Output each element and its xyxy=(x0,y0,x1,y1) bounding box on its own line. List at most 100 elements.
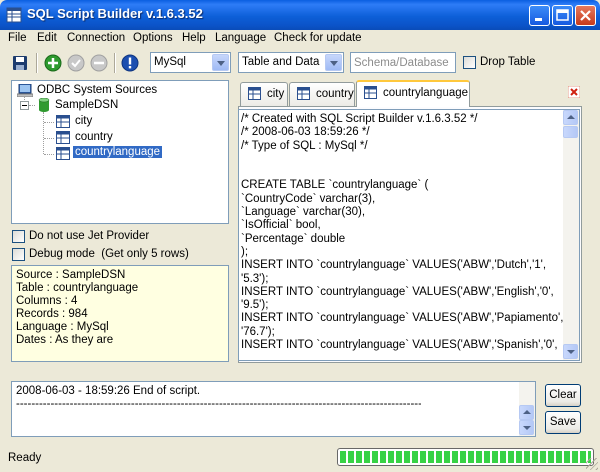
tab-country-label: country xyxy=(316,88,354,100)
table-icon xyxy=(56,115,70,128)
progress-fill xyxy=(340,451,591,463)
drop-table-label: Drop Table xyxy=(480,56,536,68)
save-icon[interactable] xyxy=(11,54,29,72)
tree-line xyxy=(44,138,54,139)
no-jet-provider-checkbox[interactable] xyxy=(12,230,25,243)
script-line xyxy=(241,166,561,179)
menu-check-for-update[interactable]: Check for update xyxy=(274,32,362,44)
window-title: SQL Script Builder v.1.6.3.52 xyxy=(27,6,203,21)
drop-table-checkbox[interactable] xyxy=(463,56,476,69)
remove-icon[interactable] xyxy=(90,54,108,72)
toolbar-separator xyxy=(114,53,116,73)
info-icon[interactable] xyxy=(121,54,139,72)
add-icon[interactable] xyxy=(44,54,62,72)
script-line: /* Type of SQL : MySql */ xyxy=(241,139,368,152)
tree-line xyxy=(44,154,54,155)
script-line: INSERT INTO `countrylanguage` VALUES('AB… xyxy=(241,259,547,272)
tree-table-countrylanguage[interactable]: countrylanguage xyxy=(73,146,163,158)
tree-dsn-label[interactable]: SampleDSN xyxy=(55,99,118,111)
toolbar: MySql Table and Data Drop Table xyxy=(0,48,600,78)
log-scrollbar[interactable] xyxy=(519,382,535,436)
tree-table-city[interactable]: city xyxy=(75,115,92,127)
maximize-button[interactable] xyxy=(552,5,573,26)
resize-grip[interactable] xyxy=(586,458,598,470)
script-line: '9.5'); xyxy=(241,299,269,312)
collapse-icon[interactable] xyxy=(20,101,29,110)
script-output[interactable]: /* Created with SQL Script Builder v.1.6… xyxy=(238,109,580,361)
menu-help[interactable]: Help xyxy=(182,32,206,44)
chevron-down-icon[interactable] xyxy=(212,54,229,71)
script-line: /* Created with SQL Script Builder v.1.6… xyxy=(241,113,478,125)
script-line: `Percentage` double xyxy=(241,232,346,245)
script-line: `Language` varchar(30), xyxy=(241,206,366,219)
source-tree[interactable]: ODBC System Sources SampleDSN city count… xyxy=(11,80,229,224)
minimize-button[interactable] xyxy=(529,5,550,26)
script-line: CREATE TABLE `countrylanguage` ( xyxy=(241,179,429,192)
close-icon xyxy=(580,10,591,21)
maximize-icon xyxy=(556,9,569,21)
tab-city-label: city xyxy=(267,88,285,100)
info-dates: Dates : As they are xyxy=(16,334,114,346)
scroll-thumb[interactable] xyxy=(563,126,578,138)
progress-bar xyxy=(337,448,594,466)
script-line: '5.3'); xyxy=(241,272,269,285)
menu-file[interactable]: File xyxy=(8,32,27,44)
mode-select[interactable]: Table and Data xyxy=(238,52,344,73)
scroll-down-button[interactable] xyxy=(563,344,578,359)
log-line: ----------------------------------------… xyxy=(16,398,421,410)
table-icon xyxy=(248,87,261,100)
script-line xyxy=(241,153,561,166)
scroll-down-button[interactable] xyxy=(519,420,534,435)
title-bar[interactable]: SQL Script Builder v.1.6.3.52 xyxy=(0,0,600,30)
tree-line xyxy=(29,105,35,106)
table-icon xyxy=(297,87,310,100)
tab-countrylanguage[interactable]: countrylanguage xyxy=(356,80,470,107)
log-line: 2008-06-03 - 18:59:26 End of script. xyxy=(16,385,201,397)
tree-line xyxy=(44,122,54,123)
script-line: INSERT INTO `countrylanguage` VALUES('AB… xyxy=(241,312,578,325)
info-language: Language : MySql xyxy=(16,321,109,333)
menu-language[interactable]: Language xyxy=(215,32,266,44)
schema-input-box[interactable] xyxy=(350,52,456,73)
debug-mode-label: Debug mode (Get only 5 rows) xyxy=(29,248,189,260)
toolbar-separator xyxy=(36,53,38,73)
no-jet-provider-label: Do not use Jet Provider xyxy=(29,230,150,242)
info-table: Table : countrylanguage xyxy=(16,282,139,294)
clear-button[interactable]: Clear xyxy=(545,384,581,407)
log-output[interactable]: 2008-06-03 - 18:59:26 End of script. ---… xyxy=(11,381,536,437)
scroll-up-button[interactable] xyxy=(563,110,578,125)
info-source: Source : SampleDSN xyxy=(16,269,126,281)
tree-root-label[interactable]: ODBC System Sources xyxy=(37,84,157,96)
script-lines: /* Created with SQL Script Builder v.1.6… xyxy=(241,113,578,352)
computer-icon xyxy=(17,84,33,97)
tree-table-country[interactable]: country xyxy=(75,131,113,143)
menu-bar: File Edit Connection Options Help Langua… xyxy=(0,30,600,48)
check-icon[interactable] xyxy=(67,54,85,72)
script-line: INSERT INTO `countrylanguage` VALUES('AB… xyxy=(241,339,558,352)
tab-city[interactable]: city xyxy=(240,82,288,106)
script-line: `CountryCode` varchar(3), xyxy=(241,192,376,205)
mode-value: Table and Data xyxy=(242,56,320,68)
chevron-down-icon[interactable] xyxy=(325,54,342,71)
table-info-panel: Source : SampleDSN Table : countrylangua… xyxy=(11,265,229,362)
scroll-up-button[interactable] xyxy=(519,405,534,420)
script-line: '76.7'); xyxy=(241,325,275,338)
schema-input[interactable] xyxy=(351,53,455,72)
log-lines: 2008-06-03 - 18:59:26 End of script. ---… xyxy=(16,385,421,411)
close-tab-icon[interactable] xyxy=(568,86,580,98)
info-columns: Columns : 4 xyxy=(16,295,78,307)
script-scrollbar[interactable] xyxy=(563,110,579,360)
menu-connection[interactable]: Connection xyxy=(67,32,125,44)
close-button[interactable] xyxy=(575,5,596,26)
table-icon xyxy=(56,147,70,160)
tab-country[interactable]: country xyxy=(289,82,355,106)
menu-edit[interactable]: Edit xyxy=(37,32,57,44)
sql-type-select[interactable]: MySql xyxy=(150,52,231,73)
menu-options[interactable]: Options xyxy=(133,32,173,44)
tab-countrylanguage-label: countrylanguage xyxy=(383,87,469,99)
minimize-icon xyxy=(535,18,542,21)
debug-mode-checkbox[interactable] xyxy=(12,248,25,261)
save-button[interactable]: Save xyxy=(545,411,581,434)
script-line: INSERT INTO `countrylanguage` VALUES('AB… xyxy=(241,285,554,298)
script-line: ); xyxy=(241,245,249,258)
